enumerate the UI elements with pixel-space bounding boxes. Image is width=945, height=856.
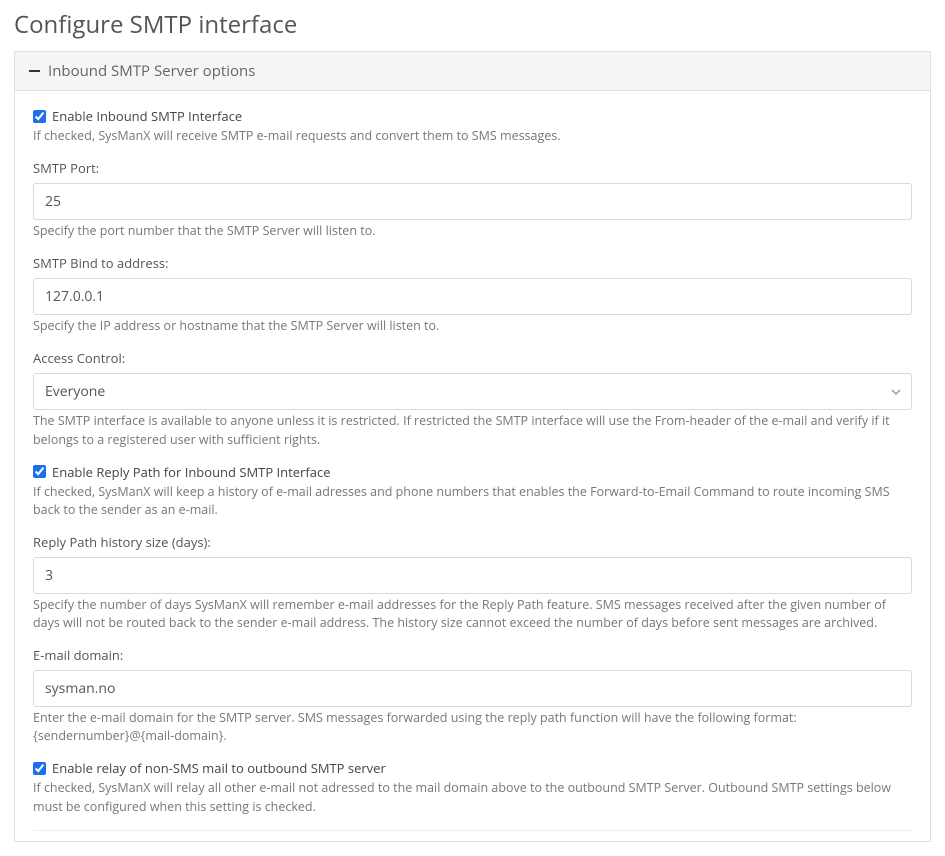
collapse-icon bbox=[29, 65, 40, 76]
smtp-bind-label: SMTP Bind to address: bbox=[33, 254, 912, 272]
reply-path-checkbox[interactable] bbox=[33, 465, 46, 478]
panel-body: Enable Inbound SMTP Interface If checked… bbox=[15, 91, 930, 841]
reply-history-help: Specify the number of days SysManX will … bbox=[33, 596, 912, 632]
enable-inbound-label[interactable]: Enable Inbound SMTP Interface bbox=[52, 107, 242, 125]
inbound-smtp-panel: Inbound SMTP Server options Enable Inbou… bbox=[14, 51, 931, 842]
reply-path-label[interactable]: Enable Reply Path for Inbound SMTP Inter… bbox=[52, 463, 331, 481]
access-control-select[interactable]: Everyone bbox=[33, 373, 912, 410]
email-domain-help: Enter the e-mail domain for the SMTP ser… bbox=[33, 709, 912, 745]
email-domain-group: E-mail domain: Enter the e-mail domain f… bbox=[33, 646, 912, 745]
enable-inbound-checkbox[interactable] bbox=[33, 110, 46, 123]
reply-path-help: If checked, SysManX will keep a history … bbox=[33, 483, 912, 519]
enable-relay-label[interactable]: Enable relay of non-SMS mail to outbound… bbox=[52, 759, 386, 777]
panel-title: Inbound SMTP Server options bbox=[48, 61, 255, 81]
smtp-port-input[interactable] bbox=[33, 183, 912, 220]
page-title: Configure SMTP interface bbox=[14, 8, 931, 41]
smtp-port-group: SMTP Port: Specify the port number that … bbox=[33, 159, 912, 240]
smtp-port-label: SMTP Port: bbox=[33, 159, 912, 177]
smtp-bind-group: SMTP Bind to address: Specify the IP add… bbox=[33, 254, 912, 335]
enable-inbound-help: If checked, SysManX will receive SMTP e-… bbox=[33, 127, 912, 145]
reply-history-group: Reply Path history size (days): Specify … bbox=[33, 533, 912, 632]
enable-relay-help: If checked, SysManX will relay all other… bbox=[33, 779, 912, 815]
enable-relay-group: Enable relay of non-SMS mail to outbound… bbox=[33, 759, 912, 815]
enable-inbound-group: Enable Inbound SMTP Interface If checked… bbox=[33, 107, 912, 145]
smtp-bind-help: Specify the IP address or hostname that … bbox=[33, 317, 912, 335]
email-domain-input[interactable] bbox=[33, 670, 912, 707]
reply-history-input[interactable] bbox=[33, 557, 912, 594]
smtp-bind-input[interactable] bbox=[33, 278, 912, 315]
smtp-port-help: Specify the port number that the SMTP Se… bbox=[33, 222, 912, 240]
reply-history-label: Reply Path history size (days): bbox=[33, 533, 912, 551]
access-control-group: Access Control: Everyone The SMTP interf… bbox=[33, 349, 912, 448]
email-domain-label: E-mail domain: bbox=[33, 646, 912, 664]
enable-relay-checkbox[interactable] bbox=[33, 762, 46, 775]
access-control-label: Access Control: bbox=[33, 349, 912, 367]
access-control-help: The SMTP interface is available to anyon… bbox=[33, 412, 912, 448]
reply-path-group: Enable Reply Path for Inbound SMTP Inter… bbox=[33, 463, 912, 519]
panel-header[interactable]: Inbound SMTP Server options bbox=[15, 52, 930, 91]
separator bbox=[33, 830, 912, 831]
